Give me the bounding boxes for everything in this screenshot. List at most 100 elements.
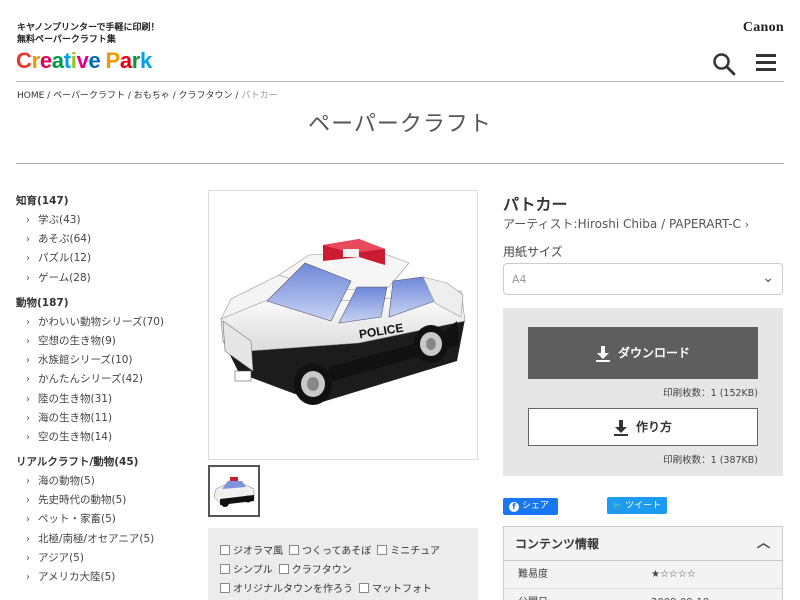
chevron-right-icon: ›	[26, 355, 30, 367]
category-item[interactable]: › アメリカ大陸(5)	[16, 568, 196, 587]
breadcrumb-papercraft[interactable]: ペーパークラフト	[53, 91, 125, 101]
search-button[interactable]	[712, 52, 736, 76]
category-item[interactable]: › かんたんシリーズ(42)	[16, 370, 196, 389]
chevron-down-icon: ⌄	[762, 270, 774, 286]
tag-checkbox[interactable]: マットフォト	[359, 580, 432, 599]
category-heading[interactable]: 知育(147)	[16, 192, 196, 211]
category-item[interactable]: › 海の動物(5)	[16, 472, 196, 491]
canon-logo[interactable]: Canon	[743, 20, 784, 36]
info-key: 公開日	[518, 589, 548, 600]
product-thumbnail[interactable]	[208, 465, 260, 517]
category-item[interactable]: › ペット・家畜(5)	[16, 510, 196, 529]
page-title: ペーパークラフト	[308, 112, 492, 137]
category-item-label: ゲーム(28)	[38, 271, 91, 284]
checkbox-icon	[359, 583, 369, 593]
info-row: 難易度 ★☆☆☆☆	[504, 561, 782, 589]
chevron-right-icon: ›	[26, 215, 30, 226]
tag-label: クラフタウン	[291, 565, 352, 576]
category-item[interactable]: › 空の生き物(14)	[16, 428, 196, 447]
chevron-up-icon: ︿	[756, 536, 770, 551]
category-item[interactable]: › かわいい動物シリーズ(70)	[16, 313, 196, 332]
tag-label: ジオラマ風	[233, 546, 283, 557]
chevron-right-icon: ›	[26, 374, 30, 386]
tag-checkbox[interactable]: つくってあそぼ	[289, 542, 371, 561]
category-item-label: かんたんシリーズ(42)	[38, 373, 144, 386]
paper-size-select[interactable]: A4 ⌄	[503, 263, 783, 295]
checkbox-icon	[377, 545, 388, 555]
tag-checkbox[interactable]: シンプル	[220, 561, 273, 580]
category-item-label: あそぶ(64)	[38, 233, 92, 246]
category-item[interactable]: › 先史時代の動物(5)	[16, 491, 196, 510]
site-tagline: キヤノンプリンターで手軽に印刷！ 無料ペーパークラフト集	[17, 22, 159, 46]
logo-letter: a	[119, 48, 132, 73]
tag-label: オリジナルタウンを作ろう	[233, 584, 353, 595]
category-item[interactable]: › 水族館シリーズ(10)	[16, 351, 196, 370]
content-info-toggle[interactable]: コンテンツ情報 ︿	[504, 527, 782, 561]
category-item[interactable]: › 学ぶ(43)	[16, 211, 196, 230]
logo-letter: r	[31, 48, 41, 73]
category-item[interactable]: › パズル(12)	[16, 249, 196, 268]
info-value: ★☆☆☆☆	[651, 569, 696, 580]
breadcrumb-craftown[interactable]: クラフタウン	[179, 91, 233, 101]
tagline-line-1: キヤノンプリンターで手軽に印刷！	[17, 23, 160, 33]
facebook-share-button[interactable]: f シェア	[503, 498, 558, 515]
breadcrumb-home[interactable]: HOME	[17, 91, 44, 101]
category-item-label: 海の生き物(11)	[38, 411, 113, 424]
tag-list: ジオラマ風 つくってあそぼ ミニチュアシンプル クラフタウンオリジナルタウンを作ろう マ…	[208, 528, 478, 600]
howto-button[interactable]: 作り方	[528, 408, 758, 446]
category-item[interactable]: › 北極/南極/オセアニア(5)	[16, 530, 196, 549]
logo-letter: P	[105, 48, 120, 73]
category-item[interactable]: › ゲーム(28)	[16, 269, 196, 288]
tag-label: ミニチュア	[390, 546, 441, 557]
artist-link[interactable]: アーティスト:Hiroshi Chiba / PAPERART-C ›	[503, 215, 749, 232]
category-item-label: 先史時代の動物(5)	[38, 494, 127, 507]
breadcrumb-toys[interactable]: おもちゃ	[134, 91, 170, 101]
logo-letter: e	[39, 48, 52, 73]
chevron-right-icon: ›	[26, 431, 30, 443]
category-item-label: アジア(5)	[38, 551, 84, 564]
category-heading[interactable]: リアルクラフト/動物(45)	[16, 453, 196, 472]
download-button[interactable]: ダウンロード	[528, 327, 758, 379]
checkbox-icon	[220, 545, 230, 555]
category-item-label: 海の動物(5)	[38, 475, 95, 488]
tag-label: つくってあそぼ	[302, 546, 372, 557]
tagline-line-2: 無料ペーパークラフト集	[17, 35, 116, 45]
twitter-share-button[interactable]: 🐦 ツイート	[607, 497, 667, 514]
tag-checkbox[interactable]: ジオラマ風	[220, 542, 283, 561]
chevron-right-icon: ›	[26, 514, 30, 526]
tag-checkbox[interactable]: ミニチュア	[377, 542, 440, 561]
category-item[interactable]: › アジア(5)	[16, 549, 196, 568]
category-heading[interactable]: 動物(187)	[16, 294, 196, 313]
logo-letter: a	[51, 48, 64, 73]
category-item-label: ペット・家畜(5)	[38, 513, 116, 526]
checkbox-icon	[289, 545, 299, 555]
info-row: 公開日 2009-09-18	[504, 589, 782, 600]
category-item[interactable]: › 海の生き物(11)	[16, 409, 196, 428]
creative-park-logo[interactable]: Creative Park	[16, 48, 152, 74]
checkbox-icon	[220, 564, 230, 574]
chevron-right-icon: ›	[26, 335, 30, 347]
category-item-label: 陸の生き物(31)	[38, 392, 113, 405]
chevron-right-icon: ›	[744, 218, 750, 231]
menu-button[interactable]	[756, 54, 776, 72]
download-panel: ダウンロード 印刷枚数：1 (152KB) 作り方 印刷枚数：1 (387KB)	[503, 308, 783, 476]
twitter-bird-icon: 🐦	[612, 501, 622, 510]
checkbox-icon	[220, 583, 230, 593]
category-item-label: アメリカ大陸(5)	[38, 571, 116, 583]
chevron-right-icon: ›	[26, 393, 30, 405]
chevron-right-icon: ›	[26, 412, 30, 424]
category-item[interactable]: › 陸の生き物(31)	[16, 390, 196, 409]
category-item[interactable]: › あそぶ(64)	[16, 230, 196, 249]
download-icon	[613, 419, 628, 436]
category-item[interactable]: › 空想の生き物(9)	[16, 332, 196, 351]
chevron-right-icon: ›	[26, 552, 30, 564]
product-name: パトカー	[503, 195, 568, 214]
police-car-illustration: POLICE	[220, 239, 466, 405]
chevron-right-icon: ›	[26, 533, 30, 545]
tag-checkbox[interactable]: オリジナルタウンを作ろう	[220, 580, 353, 599]
tag-label: シンプル	[233, 565, 273, 576]
tag-checkbox[interactable]: クラフタウン	[278, 561, 352, 580]
logo-letter: k	[140, 48, 152, 73]
category-item-label: 北極/南極/オセアニア(5)	[38, 532, 155, 545]
logo-letter: t	[63, 48, 71, 73]
